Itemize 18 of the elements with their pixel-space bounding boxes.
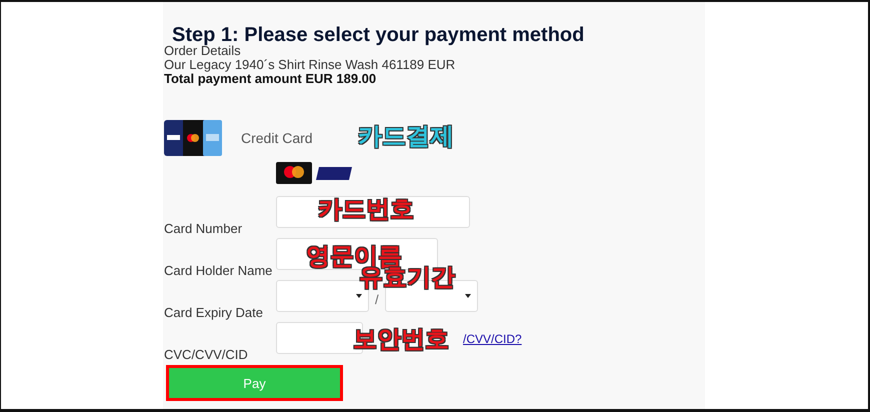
order-details-label: Order Details [164,44,242,58]
annotation-text: 카드결제 [358,123,454,151]
caret-icon [464,294,471,298]
field-label: Card Expiry Date [164,305,264,320]
help-link[interactable]: /CVV/CID? [463,332,522,346]
caret-icon [356,294,362,298]
mastercard-visa-icon [276,162,354,184]
annotation-text: 보안번호 [353,326,449,354]
annotation-text: 카드번호 [318,196,414,224]
date-separator: / [375,292,379,307]
order-item: Our Legacy 1940´s Shirt Rinse Wash 461189 EUR [164,58,456,72]
input-field[interactable] [276,196,470,228]
field-label: Card Holder Name [164,263,274,278]
total-amount: Total payment amount EUR 189.00 [164,72,378,86]
payment-method-label: Credit Card [241,130,313,146]
field-label: Card Number [164,221,244,236]
page-heading: Step 1: Please select your payment method [172,23,586,46]
field-label: CVC/CVV/CID [164,347,249,362]
